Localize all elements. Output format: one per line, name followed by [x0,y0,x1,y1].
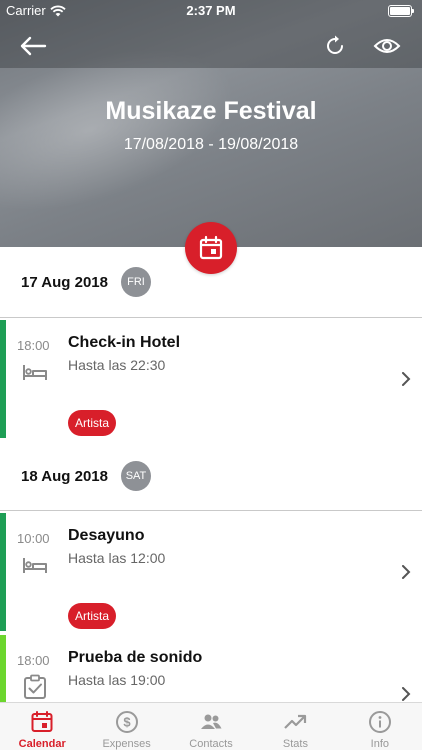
eye-icon [373,39,401,53]
calendar-icon [31,711,53,732]
day-date: 17 Aug 2018 [21,274,108,291]
calendar-fab[interactable] [185,222,237,274]
event-header: Carrier 2:37 PM Musikaze Festival 17/08/… [0,0,422,247]
divider [0,510,422,511]
tab-stats[interactable]: Stats [253,703,337,750]
contacts-icon [201,714,222,729]
tab-info[interactable]: Info [338,703,422,750]
checklist-icon [24,674,46,699]
tab-calendar[interactable]: Calendar [0,703,84,750]
weekday-badge: SAT [121,461,151,491]
refresh-icon [327,35,343,54]
weekday-badge: FRI [121,267,151,297]
tab-label: Info [370,738,389,750]
tab-label: Contacts [189,738,233,750]
divider [0,317,422,318]
trending-up-icon [284,714,307,729]
event-item-desayuno[interactable]: 10:00 Desayuno Hasta las 12:00 Artista [0,513,422,631]
artist-tag: Artista [68,603,117,629]
tab-expenses[interactable]: $ Expenses [84,703,168,750]
event-subtitle: Hasta las 22:30 [68,357,166,373]
chevron-right-icon [402,372,411,386]
event-time: 10:00 [17,531,50,546]
battery-icon [388,5,414,17]
category-stripe [0,513,6,631]
event-time: 18:00 [17,653,50,668]
dollar-icon: $ [115,711,138,733]
status-time: 2:37 PM [186,3,236,18]
event-item-checkin-hotel[interactable]: 18:00 Check-in Hotel Hasta las 22:30 Art… [0,320,422,438]
tab-bar: Calendar $ Expenses Contacts Stats Info [0,702,422,750]
day-header: 18 Aug 2018 SAT [0,452,422,502]
category-stripe [0,635,6,702]
nav-bar [0,22,422,68]
category-stripe [0,320,6,438]
bed-icon [23,558,47,573]
event-subtitle: Hasta las 19:00 [68,672,166,688]
chevron-right-icon [402,687,411,701]
event-time: 18:00 [17,338,50,353]
bed-icon [23,365,47,380]
tab-label: Expenses [102,738,151,750]
tab-label: Stats [282,738,308,750]
event-title-text: Check-in Hotel [68,334,181,351]
event-item-prueba-de-sonido[interactable]: 18:00 Prueba de sonido Hasta las 19:00 [0,635,422,702]
day-date: 18 Aug 2018 [21,468,108,485]
refresh-button[interactable] [320,31,350,61]
event-subtitle: Hasta las 12:00 [68,550,166,566]
back-arrow-icon [20,36,47,56]
status-bar: Carrier 2:37 PM [0,0,422,22]
info-icon [368,711,391,733]
visibility-button[interactable] [372,31,402,61]
tab-contacts[interactable]: Contacts [169,703,253,750]
svg-text:$: $ [123,715,131,730]
calendar-icon [199,235,223,260]
event-title-text: Desayuno [68,527,145,544]
back-button[interactable] [18,31,48,61]
event-title-text: Prueba de sonido [68,649,203,666]
event-dates: 17/08/2018 - 19/08/2018 [123,136,299,153]
chevron-right-icon [402,565,411,579]
artist-tag: Artista [68,410,117,436]
tab-label: Calendar [18,738,66,750]
event-title: Musikaze Festival [105,97,317,125]
